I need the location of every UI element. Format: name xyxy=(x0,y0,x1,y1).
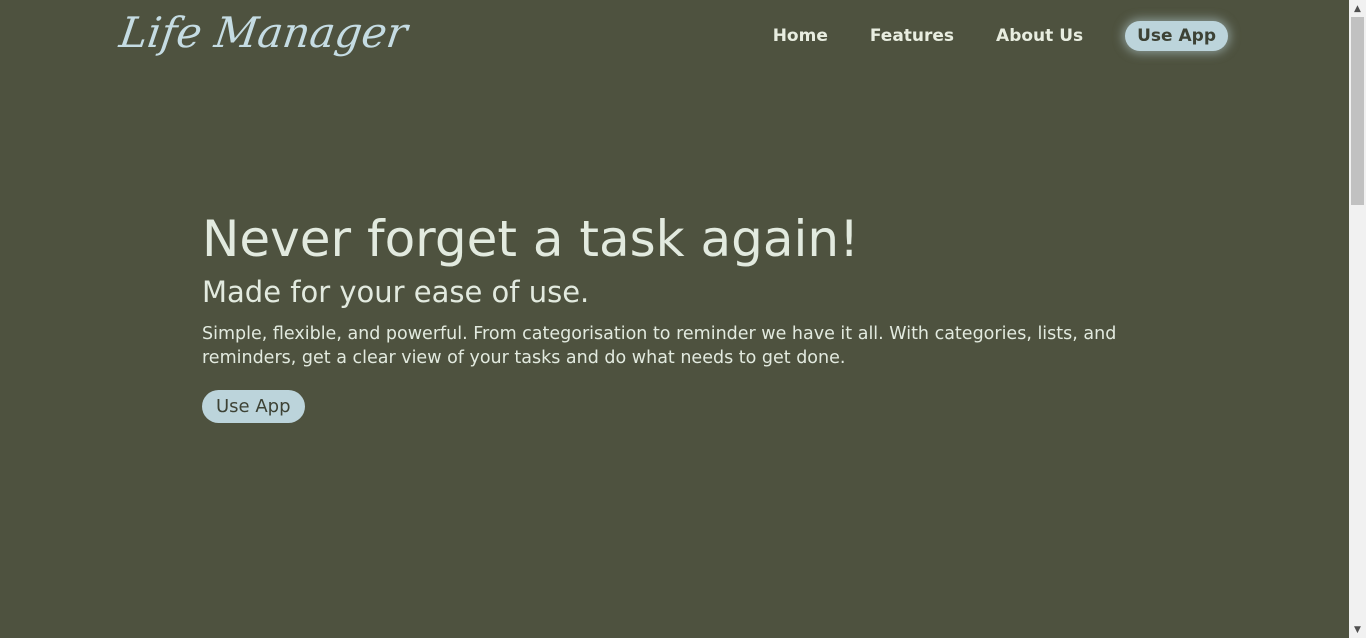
vertical-scrollbar[interactable]: ▲ ▼ xyxy=(1349,0,1366,638)
hero-subtitle: Made for your ease of use. xyxy=(202,275,590,309)
logo[interactable]: Life Manager xyxy=(117,8,411,57)
nav-use-app-button[interactable]: Use App xyxy=(1125,21,1228,51)
chevron-down-icon[interactable]: ▼ xyxy=(1349,621,1366,638)
page: Life Manager Home Features About Us Use … xyxy=(0,0,1349,638)
hero-use-app-button[interactable]: Use App xyxy=(202,390,305,423)
hero-section: Never forget a task again! Made for your… xyxy=(202,208,1152,423)
scrollbar-thumb[interactable] xyxy=(1351,17,1364,205)
hero-description: Simple, flexible, and powerful. From cat… xyxy=(202,324,1117,368)
nav-features-link[interactable]: Features xyxy=(870,26,954,46)
nav-home-link[interactable]: Home xyxy=(773,26,828,46)
chevron-up-icon[interactable]: ▲ xyxy=(1349,0,1366,17)
hero-title: Never forget a task again! xyxy=(202,210,860,268)
nav-about-link[interactable]: About Us xyxy=(996,26,1083,46)
main-nav: Home Features About Us Use App xyxy=(773,20,1228,52)
